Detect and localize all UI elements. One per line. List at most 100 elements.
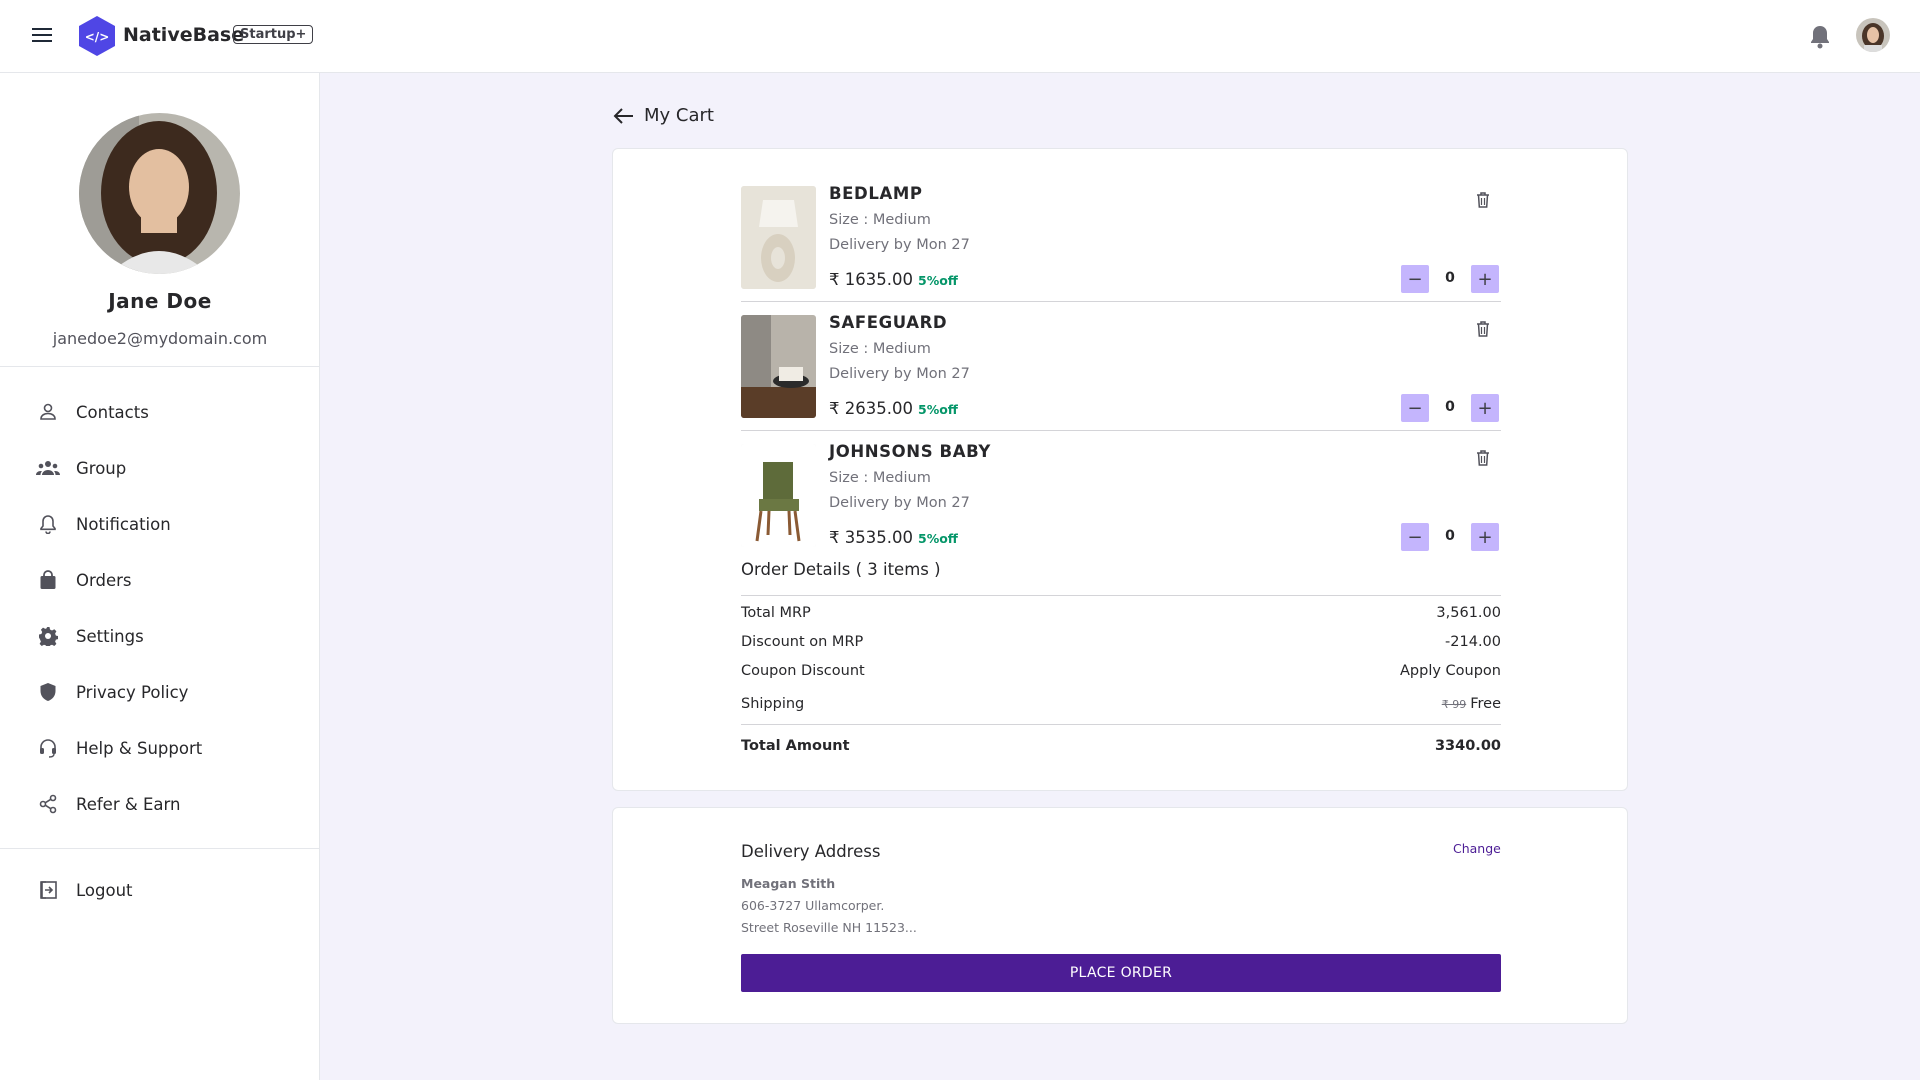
sidebar-item-group[interactable]: Group: [0, 440, 320, 496]
sidebar-item-settings[interactable]: Settings: [0, 608, 320, 664]
increase-button[interactable]: +: [1471, 394, 1499, 422]
sidebar-item-label: Help & Support: [76, 738, 203, 758]
order-divider: [741, 724, 1501, 725]
sidebar-item-help-support[interactable]: Help & Support: [0, 720, 320, 776]
menu-icon[interactable]: [32, 24, 54, 46]
plan-badge: Startup+: [233, 25, 314, 44]
sidebar-item-label: Contacts: [76, 402, 149, 422]
product-price: ₹ 1635.00: [829, 270, 913, 289]
row-label: Shipping: [741, 696, 805, 712]
header-avatar[interactable]: [1856, 18, 1890, 52]
shipping-value: Free: [1470, 696, 1501, 712]
sidebar-nav: Contacts Group Notification Orders Setti…: [0, 384, 320, 832]
delivery-date: Delivery by Mon 27: [829, 366, 970, 382]
cart-item: SAFEGUARD Size : Medium Delivery by Mon …: [741, 313, 1501, 443]
delivery-address-card: Delivery Address Change Meagan Stith 606…: [612, 807, 1628, 1024]
apply-coupon-link[interactable]: Apply Coupon: [1400, 663, 1501, 679]
logo-icon[interactable]: </>: [78, 15, 116, 57]
decrease-button[interactable]: −: [1401, 523, 1429, 551]
sidebar-item-label: Notification: [76, 514, 171, 534]
row-value: ₹ 99 Free: [1442, 696, 1501, 712]
item-divider: [741, 301, 1501, 302]
shopping-bag-icon: [36, 568, 60, 592]
quantity-stepper: − 0 +: [1401, 394, 1501, 422]
row-value: -214.00: [1445, 634, 1501, 650]
user-icon: [36, 400, 60, 424]
bell-icon: [36, 512, 60, 536]
sidebar-item-privacy-policy[interactable]: Privacy Policy: [0, 664, 320, 720]
cart-item: JOHNSONS BABY Size : Medium Delivery by …: [741, 442, 1501, 572]
quantity-stepper: − 0 +: [1401, 523, 1501, 551]
group-icon: [36, 456, 60, 480]
row-label: Discount on MRP: [741, 634, 864, 650]
product-size: Size : Medium: [829, 212, 931, 228]
sidebar-item-label: Logout: [76, 880, 133, 900]
logout-icon: [36, 878, 60, 902]
order-details-title: Order Details ( 3 items ): [741, 560, 941, 579]
discount-badge: 5%off: [918, 273, 958, 288]
bell-icon[interactable]: [1808, 24, 1832, 50]
share-icon: [36, 792, 60, 816]
sidebar-item-label: Privacy Policy: [76, 682, 189, 702]
quantity-value: 0: [1445, 270, 1455, 286]
sidebar-item-notification[interactable]: Notification: [0, 496, 320, 552]
profile-avatar: [79, 113, 240, 274]
quantity-stepper: − 0 +: [1401, 265, 1501, 293]
arrow-left-icon: [613, 107, 633, 124]
shipping-old-price: ₹ 99: [1441, 698, 1467, 711]
delivery-date: Delivery by Mon 27: [829, 495, 970, 511]
product-price: ₹ 3535.00: [829, 528, 913, 547]
change-address-link[interactable]: Change: [1453, 841, 1501, 856]
gear-icon: [36, 624, 60, 648]
item-divider: [741, 430, 1501, 431]
quantity-value: 0: [1445, 399, 1455, 415]
row-label: Total Amount: [741, 738, 850, 754]
product-image: [741, 444, 816, 547]
delivery-date: Delivery by Mon 27: [829, 237, 970, 253]
product-size: Size : Medium: [829, 470, 931, 486]
trash-icon[interactable]: [1473, 319, 1493, 339]
discount-badge: 5%off: [918, 402, 958, 417]
address-line: 606-3727 Ullamcorper.: [741, 898, 885, 913]
page-title: My Cart: [644, 105, 714, 126]
profile-name: Jane Doe: [108, 289, 212, 313]
decrease-button[interactable]: −: [1401, 265, 1429, 293]
sidebar-item-orders[interactable]: Orders: [0, 552, 320, 608]
product-image: [741, 315, 816, 418]
sidebar-item-logout[interactable]: Logout: [0, 862, 320, 918]
cart-card: BEDLAMP Size : Medium Delivery by Mon 27…: [612, 148, 1628, 791]
product-size: Size : Medium: [829, 341, 931, 357]
sidebar-item-contacts[interactable]: Contacts: [0, 384, 320, 440]
product-image: [741, 186, 816, 289]
sidebar-item-label: Settings: [76, 626, 144, 646]
sidebar-item-label: Refer & Earn: [76, 794, 181, 814]
sidebar-item-label: Group: [76, 458, 127, 478]
place-order-button[interactable]: PLACE ORDER: [741, 954, 1501, 992]
cart-item: BEDLAMP Size : Medium Delivery by Mon 27…: [741, 184, 1501, 314]
row-value: 3,561.00: [1436, 605, 1501, 621]
product-name: BEDLAMP: [829, 184, 923, 203]
product-name: JOHNSONS BABY: [829, 442, 991, 461]
sidebar: Jane Doe janedoe2@mydomain.com Contacts …: [0, 73, 320, 1080]
headset-icon: [36, 736, 60, 760]
sidebar-item-refer-earn[interactable]: Refer & Earn: [0, 776, 320, 832]
product-price: ₹ 2635.00: [829, 399, 913, 418]
brand-name: NativeBase: [123, 24, 245, 46]
sidebar-item-label: Orders: [76, 570, 132, 590]
address-name: Meagan Stith: [741, 876, 836, 891]
total-amount: 3340.00: [1434, 738, 1501, 754]
delivery-address-title: Delivery Address: [741, 842, 881, 861]
product-name: SAFEGUARD: [829, 313, 948, 332]
increase-button[interactable]: +: [1471, 523, 1499, 551]
svg-text:</>: </>: [85, 30, 110, 44]
increase-button[interactable]: +: [1471, 265, 1499, 293]
row-label: Coupon Discount: [741, 663, 865, 679]
back-button[interactable]: My Cart: [612, 105, 714, 126]
shield-icon: [36, 680, 60, 704]
sidebar-divider: [0, 366, 320, 367]
top-header: </> NativeBase Startup+: [0, 0, 1920, 73]
discount-badge: 5%off: [918, 531, 958, 546]
decrease-button[interactable]: −: [1401, 394, 1429, 422]
trash-icon[interactable]: [1473, 190, 1493, 210]
trash-icon[interactable]: [1473, 448, 1493, 468]
